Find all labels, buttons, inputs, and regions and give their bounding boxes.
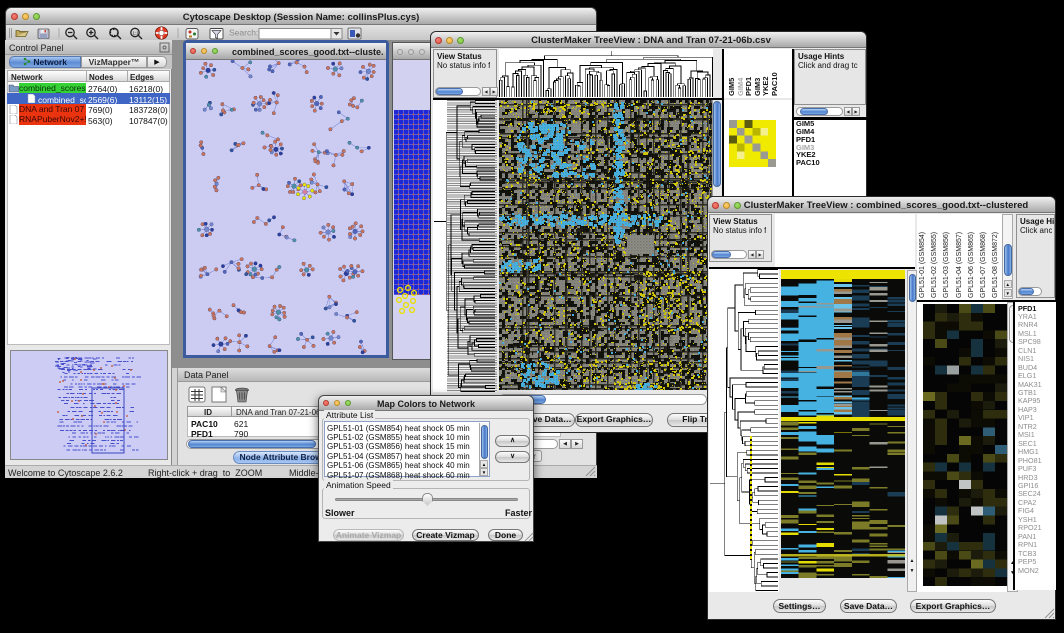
svg-text:1:1: 1:1 bbox=[133, 31, 140, 36]
svg-text:Search:: Search: bbox=[229, 28, 258, 38]
